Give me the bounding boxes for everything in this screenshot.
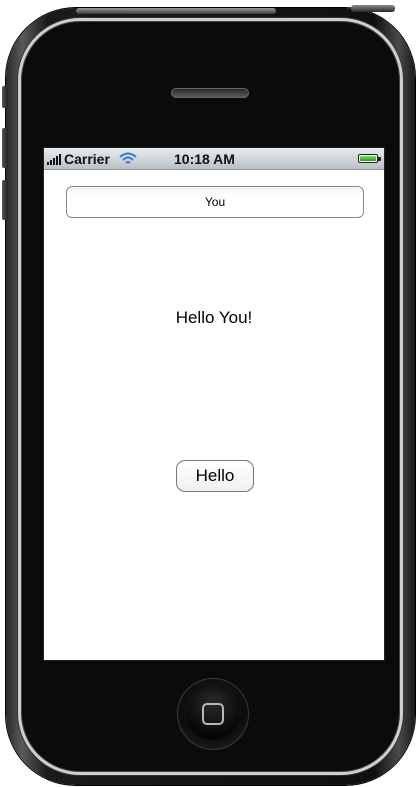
- speaker-grille-icon: [171, 88, 249, 98]
- device-top-edge: [76, 8, 276, 14]
- device-screen: Carrier 10:18 AM You Hello You! Hello: [43, 147, 385, 661]
- battery-tip: [378, 157, 381, 161]
- volume-down-button[interactable]: [2, 180, 8, 220]
- wifi-icon: [119, 152, 137, 164]
- battery-icon: [358, 154, 381, 163]
- home-button-icon: [202, 703, 224, 725]
- signal-bars-icon: [47, 153, 61, 165]
- greeting-label: Hello You!: [175, 308, 253, 327]
- home-button-well: [177, 678, 249, 750]
- ringer-switch[interactable]: [2, 86, 8, 108]
- hello-button[interactable]: Hello: [176, 460, 254, 492]
- home-button[interactable]: [187, 688, 239, 740]
- battery-level-fill: [360, 156, 376, 161]
- name-text-field[interactable]: You: [66, 186, 364, 218]
- volume-up-button[interactable]: [2, 128, 8, 168]
- status-bar: Carrier 10:18 AM: [44, 148, 384, 170]
- status-time: 10:18 AM: [174, 151, 235, 167]
- sleep-wake-button[interactable]: [351, 5, 395, 12]
- carrier-label: Carrier: [64, 150, 110, 167]
